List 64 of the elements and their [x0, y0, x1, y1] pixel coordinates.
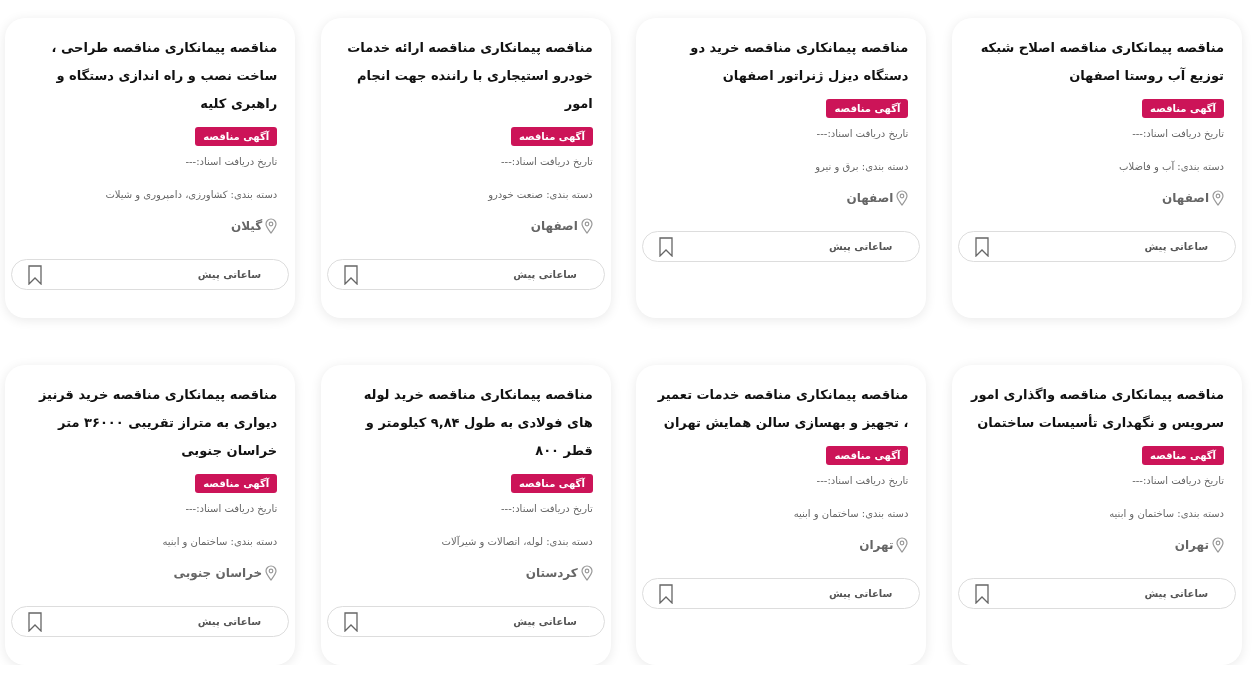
tender-title[interactable]: مناقصه پیمانکاری مناقصه خرید دو دستگاه دیزل ژنراتور اصفهان	[654, 34, 909, 90]
location-text: خراسان جنوبی	[173, 566, 263, 580]
tender-title[interactable]: مناقصه پیمانکاری مناقصه ارائه خدمات خودرو استیجاری با راننده جهت انجام امور	[338, 34, 593, 118]
location-pin-icon	[265, 218, 278, 234]
category-text: دسته بندی: ساختمان و ابنیه	[793, 508, 909, 519]
location-text: تهران	[1174, 538, 1209, 552]
time-button[interactable]: ساعاتی پیش	[326, 259, 605, 290]
document-date: تاریخ دریافت اسناد:---	[500, 156, 593, 167]
location-text: گیلان	[231, 219, 263, 233]
location-text: اصفهان	[1162, 191, 1209, 205]
document-date: تاریخ دریافت اسناد:---	[1132, 475, 1224, 486]
location-pin-icon	[896, 190, 909, 206]
document-date: تاریخ دریافت اسناد:---	[1132, 128, 1224, 139]
tender-title[interactable]: مناقصه پیمانکاری مناقصه طراحی ، ساخت نصب و راه اندازی دستگاه و راهبری کلیه	[23, 34, 278, 118]
location-pin-icon	[580, 218, 593, 234]
bookmark-icon[interactable]	[975, 583, 989, 604]
category-text: دسته بندی: صنعت خودرو	[488, 189, 593, 200]
tender-title[interactable]: مناقصه پیمانکاری مناقصه اصلاح شبکه توزیع آب روستا اصفهان	[970, 34, 1224, 90]
category-text: دسته بندی: برق و نیرو	[815, 161, 909, 172]
tender-tag: آگهی مناقصه	[826, 99, 909, 118]
bookmark-icon[interactable]	[659, 583, 674, 604]
bookmark-icon[interactable]	[343, 264, 358, 285]
tender-title[interactable]: مناقصه پیمانکاری مناقصه خرید لوله های فولادی به طول ۹,۸۴ کیلومتر و قطر ۸۰۰	[338, 381, 593, 465]
category-text: دسته بندی: ساختمان و ابنیه	[1109, 508, 1224, 519]
location-pin-icon	[1212, 537, 1224, 553]
category-text: دسته بندی: آب و فاضلاب	[1119, 161, 1224, 172]
location-text: تهران	[859, 538, 894, 552]
location-text: اصفهان	[846, 191, 894, 205]
tender-tag: آگهی مناقصه	[510, 474, 593, 493]
bookmark-icon[interactable]	[343, 611, 358, 632]
time-button[interactable]: ساعاتی پیش	[326, 606, 605, 637]
document-date: تاریخ دریافت اسناد:---	[500, 503, 593, 514]
document-date: تاریخ دریافت اسناد:---	[816, 128, 909, 139]
bookmark-icon[interactable]	[28, 264, 43, 285]
bookmark-icon[interactable]	[975, 236, 989, 257]
time-button[interactable]: ساعاتی پیش	[958, 578, 1236, 609]
document-date: تاریخ دریافت اسناد:---	[185, 503, 278, 514]
time-button[interactable]: ساعاتی پیش	[11, 259, 290, 290]
location-pin-icon	[265, 565, 278, 581]
tender-tag: آگهی مناقصه	[826, 446, 909, 465]
document-date: تاریخ دریافت اسناد:---	[816, 475, 909, 486]
location-text: کردستان	[525, 566, 578, 580]
tender-tag: آگهی مناقصه	[1142, 446, 1224, 465]
tender-tag: آگهی مناقصه	[195, 127, 278, 146]
tender-tag: آگهی مناقصه	[195, 474, 278, 493]
tender-tag: آگهی مناقصه	[1142, 99, 1224, 118]
tender-tag: آگهی مناقصه	[510, 127, 593, 146]
tender-title[interactable]: مناقصه پیمانکاری مناقصه واگذاری امور سرویس و نگهداری تأسیسات ساختمان	[970, 381, 1224, 437]
bookmark-icon[interactable]	[28, 611, 43, 632]
location-pin-icon	[580, 565, 593, 581]
bookmark-icon[interactable]	[659, 236, 674, 257]
category-text: دسته بندی: کشاورزی، دامپروری و شیلات	[105, 189, 278, 200]
location-text: اصفهان	[530, 219, 578, 233]
time-button[interactable]: ساعاتی پیش	[642, 231, 921, 262]
category-text: دسته بندی: ساختمان و ابنیه	[162, 536, 278, 547]
time-button[interactable]: ساعاتی پیش	[642, 578, 921, 609]
category-text: دسته بندی: لوله، اتصالات و شیرآلات	[441, 536, 593, 547]
tender-title[interactable]: مناقصه پیمانکاری مناقصه خدمات تعمیر ، تجهیز و بهسازی سالن همایش تهران	[654, 381, 909, 437]
time-button[interactable]: ساعاتی پیش	[958, 231, 1236, 262]
document-date: تاریخ دریافت اسناد:---	[185, 156, 278, 167]
time-button[interactable]: ساعاتی پیش	[11, 606, 290, 637]
location-pin-icon	[1212, 190, 1224, 206]
location-pin-icon	[896, 537, 909, 553]
tender-title[interactable]: مناقصه پیمانکاری مناقصه خرید قرنیز دیواری به متراز تقریبی ۳۶۰۰۰ متر خراسان جنوبی	[23, 381, 278, 465]
